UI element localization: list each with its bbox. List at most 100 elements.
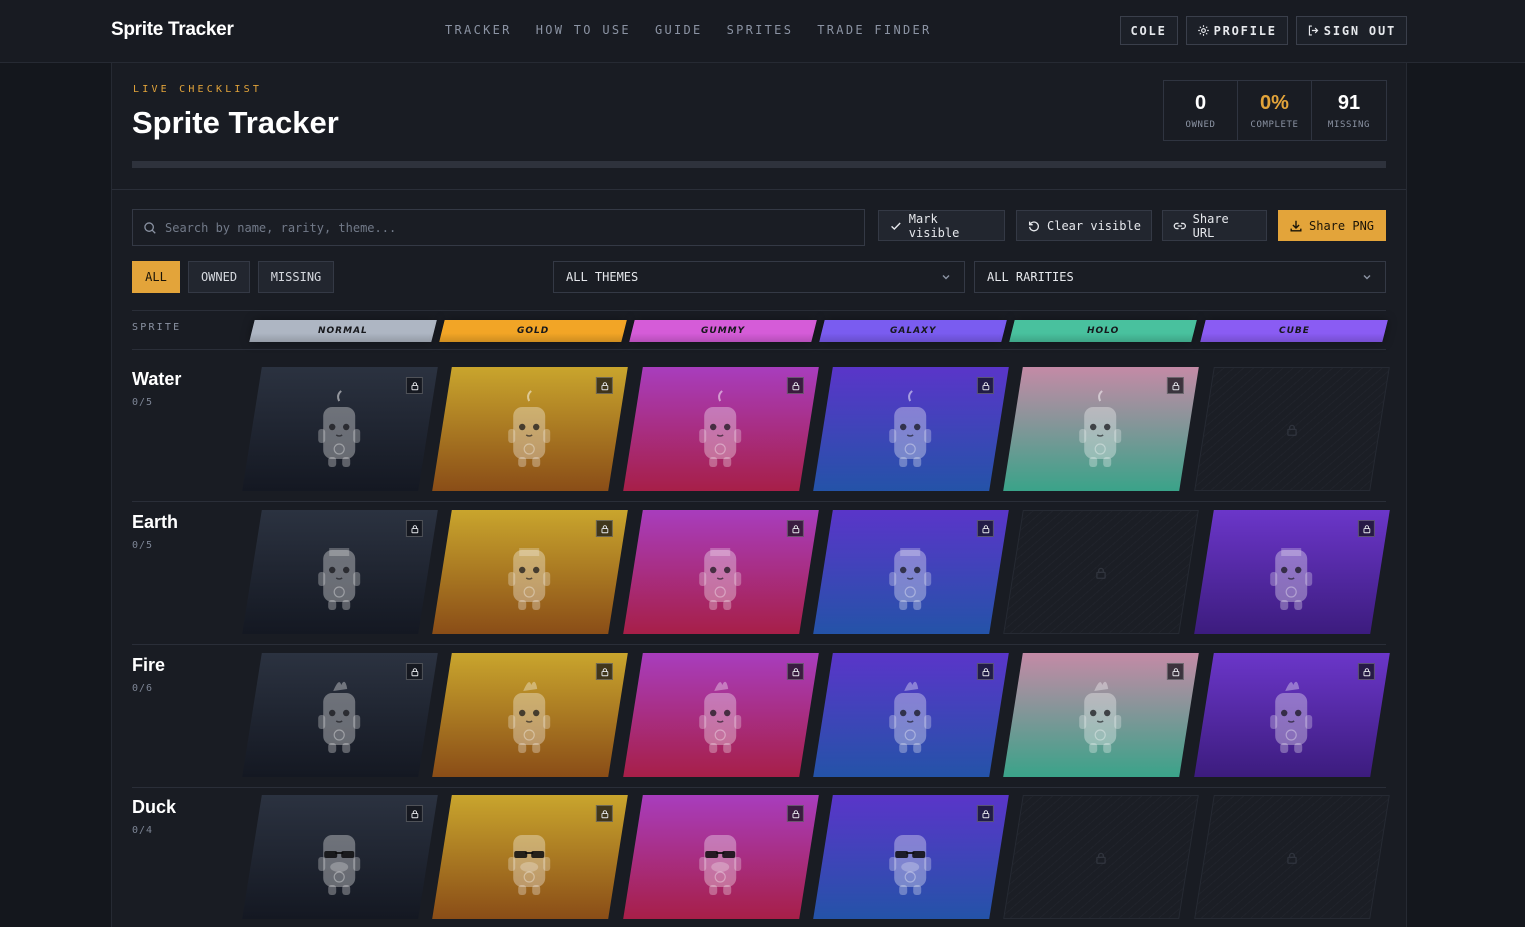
theme-select-value: ALL THEMES — [566, 270, 639, 284]
sprite-card-gummy[interactable] — [623, 510, 819, 634]
lock-icon — [976, 805, 994, 822]
lock-icon — [405, 377, 423, 394]
sprite-card-normal[interactable] — [242, 367, 438, 491]
sprite-row-earth: Earth 0/5 — [132, 502, 1390, 645]
clear-visible-button[interactable]: Clear visible — [1016, 210, 1152, 241]
rarity-header-gummy: GUMMY — [629, 320, 817, 342]
clear-visible-label: Clear visible — [1047, 218, 1141, 233]
nav-tracker[interactable]: TRACKER — [445, 23, 512, 37]
filter-missing-button[interactable]: MISSING — [258, 261, 334, 293]
lock-icon — [1285, 422, 1299, 436]
sprite-card-holo[interactable] — [1003, 367, 1199, 491]
profile-label: PROFILE — [1213, 23, 1277, 38]
share-png-button[interactable]: Share PNG — [1278, 210, 1386, 241]
sprite-card-galaxy[interactable] — [813, 510, 1009, 634]
lock-icon — [595, 377, 613, 394]
sprite-card-gummy[interactable] — [623, 795, 819, 919]
sprite-card-gold[interactable] — [432, 653, 628, 777]
lock-icon — [405, 805, 423, 822]
sprite-card-gummy[interactable] — [623, 367, 819, 491]
fire-sprite-icon — [499, 675, 559, 765]
profile-button[interactable]: PROFILE — [1185, 16, 1288, 45]
main-nav: TRACKER HOW TO USE GUIDE SPRITES TRADE F… — [445, 23, 932, 37]
sprite-card-cube[interactable] — [1194, 510, 1390, 634]
lock-icon — [976, 520, 994, 537]
sign-out-button[interactable]: SIGN OUT — [1295, 16, 1407, 45]
nav-how-to-use[interactable]: HOW TO USE — [536, 23, 631, 37]
user-name: COLE — [1130, 23, 1167, 38]
rarity-select-value: ALL RARITIES — [987, 270, 1074, 284]
sprite-card-gold[interactable] — [432, 510, 628, 634]
mark-visible-button[interactable]: Mark visible — [878, 210, 1005, 241]
sprite-card-unavailable — [1003, 795, 1199, 919]
user-button[interactable]: COLE — [1119, 16, 1178, 45]
lock-icon — [1357, 663, 1375, 680]
stat-owned-label: OWNED — [1185, 120, 1216, 130]
sprite-card-cube[interactable] — [1194, 653, 1390, 777]
lock-icon — [595, 663, 613, 680]
table-header: SPRITE NORMAL GOLD GUMMY GALAXY HOLO CUB… — [132, 310, 1388, 350]
download-icon — [1290, 220, 1302, 232]
rarity-header-label: HOLO — [1086, 326, 1120, 336]
account-actions: COLE PROFILE SIGN OUT — [1119, 16, 1407, 45]
page-title: Sprite Tracker — [132, 105, 339, 140]
sprite-column-header: SPRITE — [132, 322, 182, 333]
sprite-row-water: Water 0/5 — [132, 359, 1390, 502]
rarity-header-label: GOLD — [516, 326, 550, 336]
sprite-card-galaxy[interactable] — [813, 653, 1009, 777]
check-icon — [891, 222, 901, 230]
sprite-card-normal[interactable] — [242, 795, 438, 919]
sprite-row-fire: Fire 0/6 — [132, 645, 1390, 788]
top-navbar: Sprite Tracker TRACKER HOW TO USE GUIDE … — [0, 0, 1525, 63]
lock-icon — [595, 805, 613, 822]
duck-sprite-icon — [309, 817, 369, 907]
sprite-card-holo[interactable] — [1003, 653, 1199, 777]
sprite-card-normal[interactable] — [242, 510, 438, 634]
filter-all-button[interactable]: ALL — [132, 261, 180, 293]
water-sprite-icon — [309, 389, 369, 479]
rarity-header-normal: NORMAL — [249, 320, 437, 342]
duck-sprite-icon — [690, 817, 750, 907]
brand-logo[interactable]: Sprite Tracker — [111, 19, 234, 41]
sprite-row-duck: Duck 0/4 — [132, 787, 1390, 927]
lock-icon — [786, 520, 804, 537]
fire-sprite-icon — [309, 675, 369, 765]
lock-icon — [1094, 850, 1108, 864]
fire-sprite-icon — [880, 675, 940, 765]
filter-owned-button[interactable]: OWNED — [188, 261, 250, 293]
fire-sprite-icon — [1261, 675, 1321, 765]
water-sprite-icon — [499, 389, 559, 479]
sprite-card-gummy[interactable] — [623, 653, 819, 777]
search-box — [132, 209, 865, 246]
theme-select[interactable]: ALL THEMES — [553, 261, 965, 293]
rarity-select[interactable]: ALL RARITIES — [974, 261, 1386, 293]
nav-sprites[interactable]: SPRITES — [727, 23, 794, 37]
sprite-card-gold[interactable] — [432, 367, 628, 491]
sprite-name: Duck — [132, 797, 177, 817]
chevron-down-icon — [1363, 275, 1371, 280]
filter-owned-label: OWNED — [200, 270, 238, 284]
sign-out-icon — [1308, 25, 1319, 36]
sprite-card-galaxy[interactable] — [813, 367, 1009, 491]
lock-icon — [976, 377, 994, 394]
share-png-label: Share PNG — [1309, 218, 1375, 233]
sprite-card-normal[interactable] — [242, 653, 438, 777]
sprite-card-gold[interactable] — [432, 795, 628, 919]
search-input[interactable] — [165, 220, 845, 235]
stat-owned-value: 0 — [1194, 92, 1207, 114]
nav-guide[interactable]: GUIDE — [655, 23, 703, 37]
sprite-count: 0/6 — [132, 683, 154, 694]
stats-box: 0 OWNED 0% COMPLETE 91 MISSING — [1163, 80, 1387, 141]
share-url-button[interactable]: Share URL — [1162, 210, 1267, 241]
nav-trade-finder[interactable]: TRADE FINDER — [817, 23, 931, 37]
lock-icon — [1166, 663, 1184, 680]
sprite-card-unavailable — [1003, 510, 1199, 634]
share-url-label: Share URL — [1192, 211, 1229, 240]
fire-sprite-icon — [690, 675, 750, 765]
sprite-name: Earth — [132, 512, 179, 532]
stat-complete-label: COMPLETE — [1250, 120, 1299, 130]
fire-sprite-icon — [1070, 675, 1130, 765]
sprite-card-galaxy[interactable] — [813, 795, 1009, 919]
water-sprite-icon — [1070, 389, 1130, 479]
earth-sprite-icon — [1261, 532, 1321, 622]
